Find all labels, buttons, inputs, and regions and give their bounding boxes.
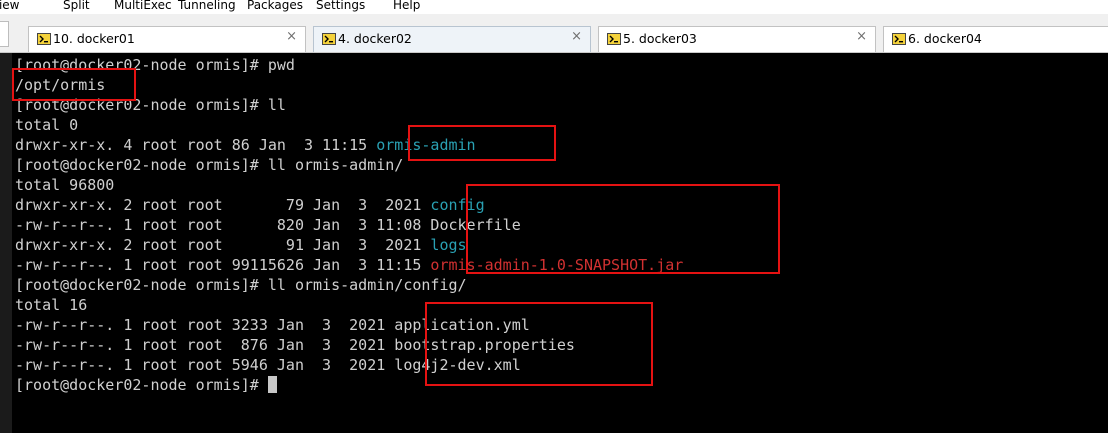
terminal-line-text: [root@docker02-node ormis]# ll ormis-adm… <box>15 276 467 294</box>
terminal-gutter <box>0 53 12 433</box>
terminal-line: drwxr-xr-x. 2 root root 79 Jan 3 2021 co… <box>15 195 485 215</box>
menu-split[interactable]: Split <box>63 0 90 12</box>
highlight-box-ormis-admin-contents <box>466 184 780 274</box>
terminal-line: total 96800 <box>15 175 114 195</box>
terminal-session-icon <box>607 33 621 45</box>
menu-view[interactable]: View <box>0 0 19 12</box>
tab-label: 5. docker03 <box>623 31 697 46</box>
menu-bar: View Split MultiExec Tunneling Packages … <box>0 0 1108 14</box>
close-icon[interactable]: × <box>571 29 582 45</box>
sidebar-edge <box>0 21 9 47</box>
terminal-line-text: drwxr-xr-x. 2 root root 79 Jan 3 2021 <box>15 196 431 214</box>
terminal-line: -rw-r--r--. 1 root root 820 Jan 3 11:08 … <box>15 215 521 235</box>
tab-label: 6. docker04 <box>908 31 982 46</box>
mobaxterm-window: View Split MultiExec Tunneling Packages … <box>0 0 1108 433</box>
terminal-line-text: -rw-r--r--. 1 root root 3233 Jan 3 2021 <box>15 316 395 334</box>
terminal-line: drwxr-xr-x. 2 root root 91 Jan 3 2021 lo… <box>15 235 467 255</box>
highlight-box-ormis-admin <box>408 125 556 161</box>
terminal-line: total 0 <box>15 115 78 135</box>
tab-bar: 10. docker01 × 4. docker02 × 5. docker03… <box>0 14 1108 53</box>
terminal-line-text: drwxr-xr-x. 4 root root 86 Jan 3 11:15 <box>15 136 377 154</box>
menu-packages[interactable]: Packages <box>247 0 303 12</box>
terminal-session-icon <box>37 33 51 45</box>
terminal-line-text: -rw-r--r--. 1 root root 876 Jan 3 2021 <box>15 336 395 354</box>
terminal-line-text: -rw-r--r--. 1 root root 820 Jan 3 11:08 <box>15 216 431 234</box>
menu-help[interactable]: Help <box>393 0 420 12</box>
menu-tunneling[interactable]: Tunneling <box>178 0 236 12</box>
menu-multiexec[interactable]: MultiExec <box>114 0 172 12</box>
menu-settings[interactable]: Settings <box>316 0 365 12</box>
tab-docker02[interactable]: 4. docker02 × <box>313 26 591 52</box>
highlight-box-config-contents <box>425 302 653 386</box>
terminal-session-icon <box>322 33 336 45</box>
directory-name: logs <box>430 236 467 254</box>
tab-docker04[interactable]: 6. docker04 <box>883 26 1108 52</box>
terminal-line: total 16 <box>15 295 87 315</box>
close-icon[interactable]: × <box>856 29 867 45</box>
terminal-line: [root@docker02-node ormis]# ll ormis-adm… <box>15 275 467 295</box>
tab-docker03[interactable]: 5. docker03 × <box>598 26 876 52</box>
tab-label: 10. docker01 <box>53 31 135 46</box>
tab-label: 4. docker02 <box>338 31 412 46</box>
terminal-line-text: [root@docker02-node ormis]# <box>15 376 268 394</box>
tab-docker01[interactable]: 10. docker01 × <box>28 26 306 52</box>
terminal-line-text: [root@docker02-node ormis]# ll ormis-adm… <box>15 156 404 174</box>
terminal-line-text: -rw-r--r--. 1 root root 5946 Jan 3 2021 <box>15 356 395 374</box>
terminal-session-icon <box>892 33 906 45</box>
terminal-line: [root@docker02-node ormis]# ll ormis-adm… <box>15 155 403 175</box>
terminal-line-text: total 96800 <box>15 176 115 194</box>
terminal-cursor <box>267 376 277 393</box>
terminal-line-text: -rw-r--r--. 1 root root 99115626 Jan 3 1… <box>15 256 431 274</box>
close-icon[interactable]: × <box>286 29 297 45</box>
terminal-line-text: total 0 <box>15 116 79 134</box>
highlight-box-pwd-output <box>12 68 136 101</box>
terminal-line: drwxr-xr-x. 4 root root 86 Jan 3 11:15 o… <box>15 135 476 155</box>
terminal-line-text: drwxr-xr-x. 2 root root 91 Jan 3 2021 <box>15 236 431 254</box>
terminal-line-text: total 16 <box>15 296 88 314</box>
terminal-line: [root@docker02-node ormis]# <box>15 375 277 395</box>
terminal-output[interactable]: [root@docker02-node ormis]# pwd/opt/ormi… <box>0 53 1108 433</box>
